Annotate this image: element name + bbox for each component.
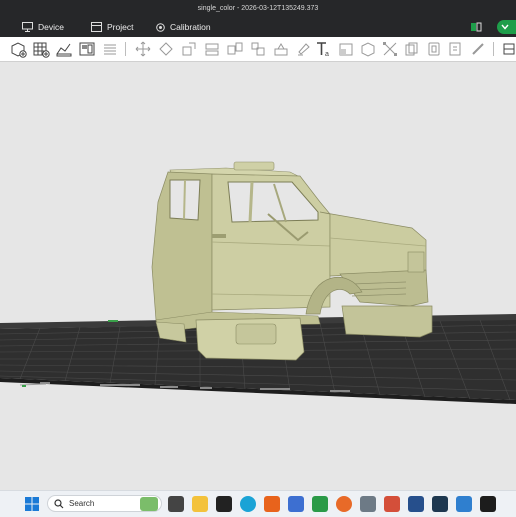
cut-icon[interactable] bbox=[226, 40, 244, 58]
emboss-icon[interactable] bbox=[337, 40, 355, 58]
start-icon[interactable] bbox=[24, 496, 40, 512]
add-object-icon[interactable] bbox=[9, 40, 27, 58]
lay-on-face-icon[interactable] bbox=[203, 40, 221, 58]
os-taskbar: Search bbox=[0, 490, 516, 517]
split-icon[interactable] bbox=[249, 40, 267, 58]
photos-icon[interactable] bbox=[456, 496, 472, 512]
grid-plate-icon[interactable] bbox=[32, 40, 50, 58]
paint-app-icon[interactable] bbox=[384, 496, 400, 512]
office-icon[interactable] bbox=[264, 496, 280, 512]
search-highlight-icon[interactable] bbox=[140, 497, 158, 511]
paint-icon[interactable] bbox=[295, 40, 313, 58]
arrange-icon[interactable] bbox=[78, 40, 96, 58]
app-dark-icon[interactable] bbox=[432, 496, 448, 512]
measure-icon[interactable] bbox=[381, 40, 399, 58]
copy-icon[interactable] bbox=[403, 40, 421, 58]
paste-icon[interactable] bbox=[425, 40, 443, 58]
monitor-icon bbox=[22, 22, 33, 32]
search-icon bbox=[54, 498, 64, 508]
overflow-icon[interactable] bbox=[500, 40, 516, 58]
folder-icon[interactable] bbox=[192, 496, 208, 512]
layers-icon[interactable] bbox=[101, 40, 119, 58]
ruler-icon[interactable] bbox=[447, 40, 465, 58]
rotate-icon[interactable] bbox=[157, 40, 175, 58]
toolbar-divider bbox=[493, 42, 494, 56]
edge-icon[interactable] bbox=[240, 496, 256, 512]
bambu-icon[interactable] bbox=[480, 496, 496, 512]
tab-project[interactable]: Project bbox=[91, 17, 133, 37]
app-green-icon[interactable] bbox=[312, 496, 328, 512]
search-placeholder: Search bbox=[69, 499, 95, 508]
slice-button[interactable] bbox=[497, 20, 516, 34]
svg-text:a: a bbox=[325, 51, 329, 58]
assembly-icon[interactable] bbox=[359, 40, 377, 58]
tab-device-label: Device bbox=[38, 22, 64, 32]
chevron-down-icon bbox=[501, 24, 509, 30]
app-blue-icon[interactable] bbox=[408, 496, 424, 512]
tab-project-label: Project bbox=[107, 22, 134, 32]
terminal-icon[interactable] bbox=[216, 496, 232, 512]
variable-height-icon[interactable] bbox=[272, 40, 290, 58]
3d-viewport[interactable] bbox=[0, 62, 516, 490]
text-icon[interactable]: a bbox=[315, 40, 333, 58]
auto-orient-icon[interactable] bbox=[55, 40, 73, 58]
window-title: single_color - 2026-03-12T135249.373 bbox=[197, 5, 319, 12]
target-icon bbox=[156, 22, 165, 32]
scale-icon[interactable] bbox=[180, 40, 198, 58]
toolbar-divider bbox=[125, 42, 126, 56]
cube-icon bbox=[91, 22, 102, 32]
multi-device-icon[interactable] bbox=[470, 21, 482, 33]
top-nav-bar: Device Project Calibration bbox=[0, 17, 516, 37]
move-icon[interactable] bbox=[134, 40, 152, 58]
tab-calibration-label: Calibration bbox=[170, 22, 211, 32]
file-manager-icon[interactable] bbox=[168, 496, 184, 512]
calculator-icon[interactable] bbox=[360, 496, 376, 512]
tab-device[interactable]: Device bbox=[22, 17, 64, 37]
more-icon[interactable] bbox=[469, 40, 487, 58]
title-bar: single_color - 2026-03-12T135249.373 bbox=[0, 0, 516, 17]
main-toolbar: a bbox=[0, 37, 516, 62]
tab-calibration[interactable]: Calibration bbox=[156, 17, 211, 37]
slicer-icon[interactable] bbox=[288, 496, 304, 512]
firefox-icon[interactable] bbox=[336, 496, 352, 512]
